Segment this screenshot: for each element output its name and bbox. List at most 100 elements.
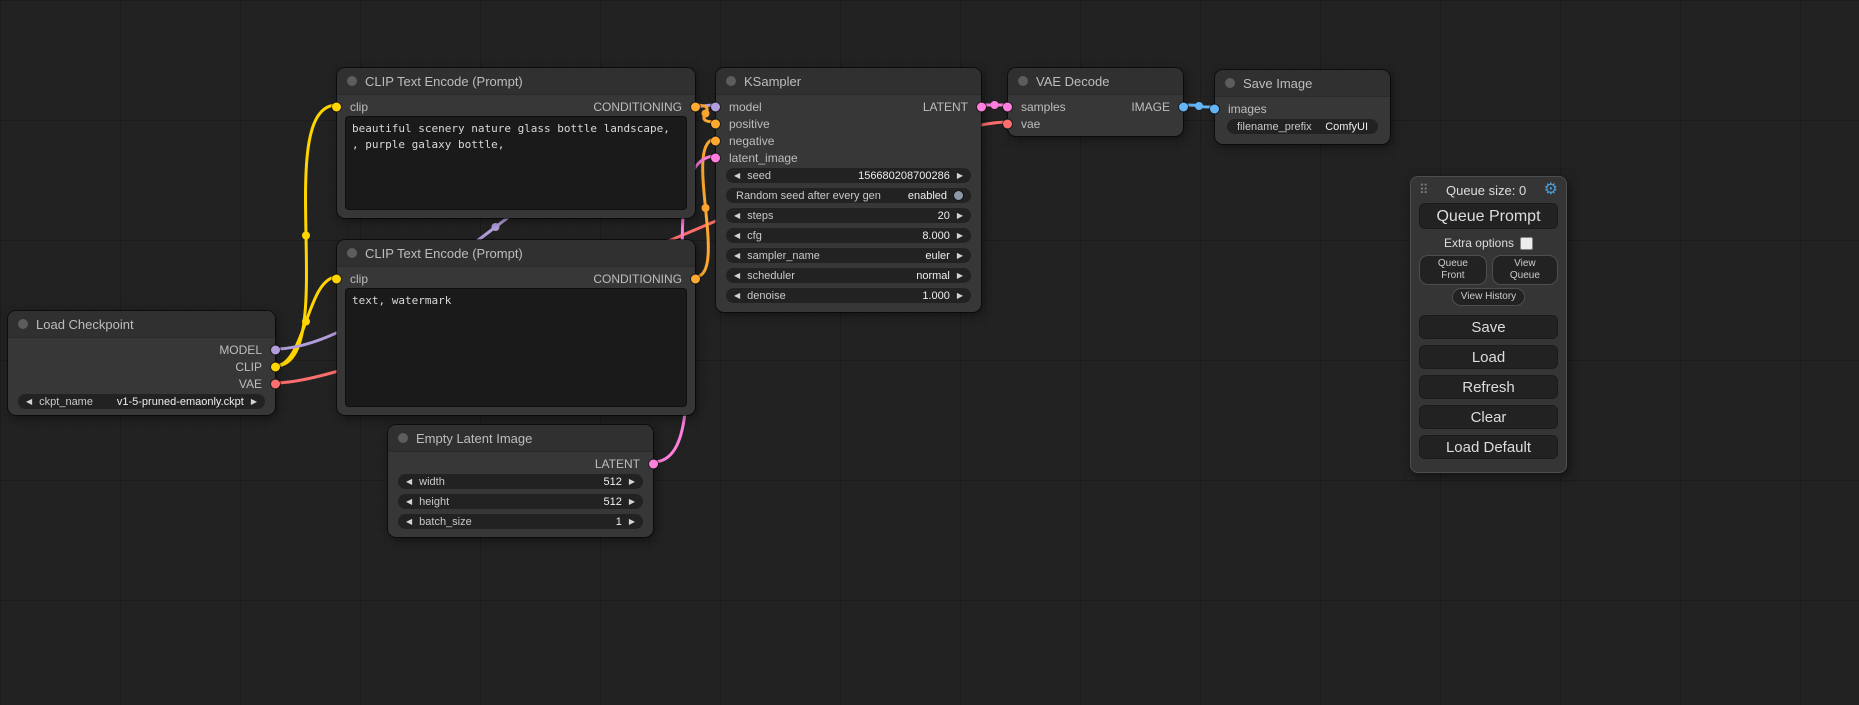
increment-arrow-icon[interactable]: ▶ — [957, 172, 963, 180]
extra-options-checkbox[interactable] — [1520, 237, 1533, 250]
input-port-latent-image[interactable] — [711, 153, 720, 162]
filename-prefix-widget[interactable]: filename_prefix ComfyUI — [1227, 119, 1378, 134]
load-default-button[interactable]: Load Default — [1419, 435, 1558, 459]
collapse-dot-icon[interactable] — [347, 248, 357, 258]
prompt-textarea[interactable]: beautiful scenery nature glass bottle la… — [345, 116, 687, 210]
node-title-bar[interactable]: CLIP Text Encode (Prompt) — [337, 68, 695, 95]
increment-arrow-icon[interactable]: ▶ — [629, 518, 635, 526]
input-port-images[interactable] — [1210, 104, 1219, 113]
input-port-model[interactable] — [711, 102, 720, 111]
decrement-arrow-icon[interactable]: ◀ — [734, 172, 740, 180]
node-title-bar[interactable]: CLIP Text Encode (Prompt) — [337, 240, 695, 267]
node-graph-canvas[interactable]: Load Checkpoint MODEL CLIP VAE ◀ ckpt_na… — [0, 0, 1859, 705]
widget-value: 1 — [616, 516, 622, 528]
output-port-latent[interactable] — [977, 102, 986, 111]
node-title-bar[interactable]: KSampler — [716, 68, 981, 95]
io-row: clip CONDITIONING — [337, 270, 695, 287]
wire-midpoint-dot — [991, 101, 999, 109]
decrement-arrow-icon[interactable]: ◀ — [406, 478, 412, 486]
output-port-vae[interactable] — [271, 379, 280, 388]
node-title: Save Image — [1243, 76, 1312, 91]
decrement-arrow-icon[interactable]: ◀ — [734, 232, 740, 240]
input-port-clip[interactable] — [332, 274, 341, 283]
input-port-clip[interactable] — [332, 102, 341, 111]
collapse-dot-icon[interactable] — [347, 76, 357, 86]
increment-arrow-icon[interactable]: ▶ — [251, 398, 257, 406]
output-port-conditioning[interactable] — [691, 274, 700, 283]
node-title-bar[interactable]: Empty Latent Image — [388, 425, 653, 452]
scheduler-widget[interactable]: ◀ scheduler normal ▶ — [726, 268, 971, 283]
decrement-arrow-icon[interactable]: ◀ — [734, 252, 740, 260]
ckpt-name-widget[interactable]: ◀ ckpt_name v1-5-pruned-emaonly.ckpt ▶ — [18, 394, 265, 409]
batch-size-widget[interactable]: ◀ batch_size 1 ▶ — [398, 514, 643, 529]
decrement-arrow-icon[interactable]: ◀ — [734, 212, 740, 220]
io-row: clip CONDITIONING — [337, 98, 695, 115]
decrement-arrow-icon[interactable]: ◀ — [26, 398, 32, 406]
input-port-samples[interactable] — [1003, 102, 1012, 111]
input-port-vae[interactable] — [1003, 119, 1012, 128]
node-empty-latent-image[interactable]: Empty Latent Image LATENT ◀ width 512 ▶ … — [388, 425, 653, 537]
height-widget[interactable]: ◀ height 512 ▶ — [398, 494, 643, 509]
steps-widget[interactable]: ◀ steps 20 ▶ — [726, 208, 971, 223]
input-label: samples — [1021, 100, 1066, 114]
output-port-image[interactable] — [1179, 102, 1188, 111]
node-clip-text-encode-positive[interactable]: CLIP Text Encode (Prompt) clip CONDITION… — [337, 68, 695, 218]
widget-value: enabled — [908, 190, 947, 202]
node-save-image[interactable]: Save Image images filename_prefix ComfyU… — [1215, 70, 1390, 144]
decrement-arrow-icon[interactable]: ◀ — [734, 272, 740, 280]
clear-button[interactable]: Clear — [1419, 405, 1558, 429]
output-label: IMAGE — [1131, 100, 1170, 114]
settings-gear-icon[interactable]: ⚙ — [1544, 182, 1558, 198]
node-title-bar[interactable]: VAE Decode — [1008, 68, 1183, 95]
widget-label: seed — [747, 170, 771, 182]
denoise-widget[interactable]: ◀ denoise 1.000 ▶ — [726, 288, 971, 303]
node-vae-decode[interactable]: VAE Decode samples IMAGE vae — [1008, 68, 1183, 136]
queue-prompt-button[interactable]: Queue Prompt — [1419, 203, 1558, 229]
output-label: CLIP — [235, 360, 262, 374]
width-widget[interactable]: ◀ width 512 ▶ — [398, 474, 643, 489]
increment-arrow-icon[interactable]: ▶ — [629, 478, 635, 486]
decrement-arrow-icon[interactable]: ◀ — [406, 518, 412, 526]
increment-arrow-icon[interactable]: ▶ — [957, 272, 963, 280]
increment-arrow-icon[interactable]: ▶ — [957, 292, 963, 300]
increment-arrow-icon[interactable]: ▶ — [629, 498, 635, 506]
input-port-positive[interactable] — [711, 119, 720, 128]
node-ksampler[interactable]: KSampler model LATENT positive negative … — [716, 68, 981, 312]
collapse-dot-icon[interactable] — [726, 76, 736, 86]
collapse-dot-icon[interactable] — [1018, 76, 1028, 86]
node-title-bar[interactable]: Load Checkpoint — [8, 311, 275, 338]
increment-arrow-icon[interactable]: ▶ — [957, 252, 963, 260]
view-queue-button[interactable]: View Queue — [1492, 255, 1558, 285]
cfg-widget[interactable]: ◀ cfg 8.000 ▶ — [726, 228, 971, 243]
save-button[interactable]: Save — [1419, 315, 1558, 339]
prompt-textarea[interactable]: text, watermark — [345, 288, 687, 407]
queue-front-button[interactable]: Queue Front — [1419, 255, 1487, 285]
drag-handle-icon[interactable]: ⠿ — [1419, 182, 1429, 198]
load-button[interactable]: Load — [1419, 345, 1558, 369]
output-port-latent[interactable] — [649, 459, 658, 468]
input-port-negative[interactable] — [711, 136, 720, 145]
collapse-dot-icon[interactable] — [18, 319, 28, 329]
node-clip-text-encode-negative[interactable]: CLIP Text Encode (Prompt) clip CONDITION… — [337, 240, 695, 415]
toggle-dot-icon[interactable] — [954, 191, 963, 200]
sampler-name-widget[interactable]: ◀ sampler_name euler ▶ — [726, 248, 971, 263]
increment-arrow-icon[interactable]: ▶ — [957, 232, 963, 240]
output-port-conditioning[interactable] — [691, 102, 700, 111]
random-seed-toggle-widget[interactable]: Random seed after every gen enabled — [726, 188, 971, 203]
refresh-button[interactable]: Refresh — [1419, 375, 1558, 399]
collapse-dot-icon[interactable] — [398, 433, 408, 443]
node-load-checkpoint[interactable]: Load Checkpoint MODEL CLIP VAE ◀ ckpt_na… — [8, 311, 275, 415]
extra-options-label: Extra options — [1444, 236, 1514, 250]
decrement-arrow-icon[interactable]: ◀ — [734, 292, 740, 300]
widget-value: normal — [916, 270, 950, 282]
output-port-model[interactable] — [271, 345, 280, 354]
output-label: CONDITIONING — [593, 100, 682, 114]
decrement-arrow-icon[interactable]: ◀ — [406, 498, 412, 506]
widget-label: denoise — [747, 290, 786, 302]
view-history-button[interactable]: View History — [1452, 288, 1525, 306]
node-title-bar[interactable]: Save Image — [1215, 70, 1390, 97]
output-port-clip[interactable] — [271, 362, 280, 371]
collapse-dot-icon[interactable] — [1225, 78, 1235, 88]
increment-arrow-icon[interactable]: ▶ — [957, 212, 963, 220]
seed-widget[interactable]: ◀ seed 156680208700286 ▶ — [726, 168, 971, 183]
